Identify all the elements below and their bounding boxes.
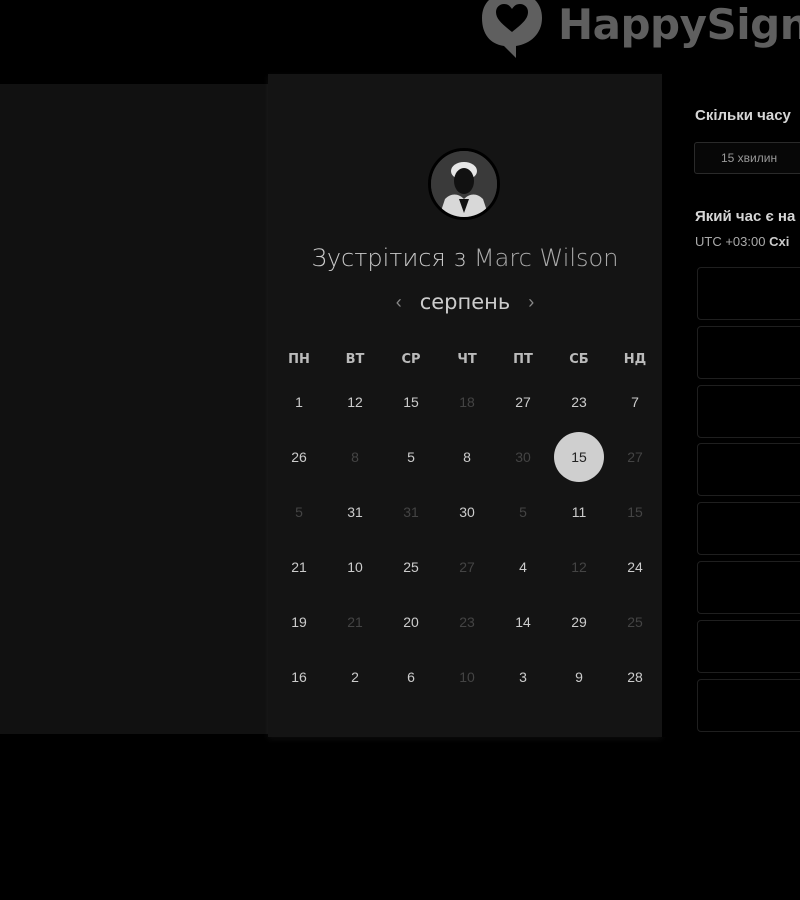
calendar-day[interactable]: 6 — [386, 652, 436, 702]
calendar-day: 8 — [351, 448, 359, 465]
weekday-header: ПН ВТ СР ЧТ ПТ СБ НД — [271, 344, 663, 374]
calendar-day[interactable]: 23 — [554, 377, 604, 427]
weekday-label: СБ — [569, 351, 589, 367]
calendar-day[interactable]: 20 — [386, 597, 436, 647]
calendar-day[interactable]: 29 — [554, 597, 604, 647]
calendar-day: 27 — [627, 448, 643, 465]
calendar-week-row: 1 12 15 18 27 23 7 — [271, 374, 663, 429]
calendar-day[interactable]: 21 — [274, 542, 324, 592]
person-portrait-icon — [431, 151, 497, 217]
time-slot-button[interactable] — [697, 502, 800, 556]
avatar — [428, 148, 500, 220]
calendar-day[interactable]: 16 — [274, 652, 324, 702]
calendar-day[interactable]: 11 — [554, 487, 604, 537]
calendar-day[interactable]: 1 — [274, 377, 324, 427]
calendar-week-row: 21 10 25 27 4 12 24 — [271, 539, 663, 594]
calendar-day[interactable]: 19 — [274, 597, 324, 647]
weekday-label: ВТ — [345, 351, 365, 367]
calendar-day: 5 — [519, 503, 527, 520]
calendar-day: 15 — [627, 503, 643, 520]
meeting-title: Зустрітися з Marc Wilson — [268, 244, 662, 272]
month-label: серпень — [419, 290, 511, 314]
calendar-day: 30 — [515, 448, 531, 465]
weekday-label: ПН — [288, 351, 310, 367]
logo: HappySigna — [476, 0, 800, 60]
weekday-label: НД — [623, 351, 647, 367]
calendar-day: 18 — [459, 393, 475, 410]
calendar-week-row: 26 8 5 8 30 15 27 — [271, 429, 663, 484]
duration-question: Скільки часу — [695, 107, 791, 124]
calendar-day: 12 — [571, 558, 587, 575]
calendar-day: 5 — [295, 503, 303, 520]
timezone-offset: UTC +03:00 — [695, 234, 766, 249]
calendar-day[interactable]: 14 — [498, 597, 548, 647]
time-slot-button[interactable] — [697, 325, 800, 379]
chevron-right-icon[interactable]: › — [528, 292, 534, 313]
host-name: Marc Wilson — [473, 244, 619, 272]
timezone-name: Схі — [769, 234, 790, 249]
calendar-day[interactable]: 27 — [498, 377, 548, 427]
calendar-day[interactable]: 7 — [610, 377, 660, 427]
meeting-title-prefix: Зустрітися з — [311, 244, 467, 272]
month-navigation: ‹ серпень › — [268, 290, 662, 314]
calendar-week-row: 5 31 31 30 5 11 15 — [271, 484, 663, 539]
calendar-day: 27 — [459, 558, 475, 575]
calendar-day: 10 — [459, 668, 475, 685]
calendar-body: 1 12 15 18 27 23 7 26 8 5 8 30 15 27 5 31 31 30 5 11 15 21 10 2… — [271, 374, 663, 704]
heart-chat-icon — [482, 0, 542, 58]
timezone-label: UTC +03:00 Схі — [695, 234, 789, 249]
calendar-day-selected[interactable]: 15 — [554, 431, 604, 482]
calendar-day[interactable]: 28 — [610, 652, 660, 702]
calendar-day: 31 — [403, 503, 419, 520]
calendar-day[interactable]: 5 — [386, 432, 436, 482]
calendar-day[interactable]: 24 — [610, 542, 660, 592]
calendar-week-row: 16 2 6 10 3 9 28 — [271, 649, 663, 704]
calendar-day: 25 — [627, 613, 643, 630]
left-panel — [0, 84, 268, 734]
time-slot-button[interactable] — [697, 384, 800, 438]
calendar-day: 23 — [459, 613, 475, 630]
calendar-day[interactable]: 4 — [498, 542, 548, 592]
calendar-day[interactable]: 12 — [330, 377, 380, 427]
calendar-day[interactable]: 26 — [274, 432, 324, 482]
time-slot-button[interactable] — [697, 443, 800, 497]
calendar-day[interactable]: 30 — [442, 487, 492, 537]
calendar-day[interactable]: 25 — [386, 542, 436, 592]
right-panel: Скільки часу 15 хвилин Який час є на UTC… — [662, 74, 800, 737]
calendar-week-row: 19 21 20 23 14 29 25 — [271, 594, 663, 649]
time-slot-button[interactable] — [697, 619, 800, 673]
calendar-day[interactable]: 31 — [330, 487, 380, 537]
time-slot-button[interactable] — [697, 561, 800, 614]
calendar-day[interactable]: 9 — [554, 652, 604, 702]
calendar-day[interactable]: 2 — [330, 652, 380, 702]
weekday-label: ПТ — [513, 351, 533, 367]
calendar-day[interactable]: 15 — [386, 377, 436, 427]
calendar-day[interactable]: 3 — [498, 652, 548, 702]
booking-card: Зустрітися з Marc Wilson ‹ серпень › ПН В… — [268, 74, 662, 737]
time-slot-button[interactable] — [697, 678, 800, 732]
time-slot-button[interactable] — [697, 267, 800, 320]
calendar-day[interactable]: 8 — [442, 432, 492, 482]
calendar-day[interactable]: 10 — [330, 542, 380, 592]
brand-name: HappySigna — [558, 0, 800, 49]
calendar-grid: ПН ВТ СР ЧТ ПТ СБ НД 1 12 15 18 27 23 7 26 8 5 8 30 15 27 5 3… — [271, 344, 663, 704]
calendar-day: 21 — [347, 613, 363, 630]
duration-select[interactable]: 15 хвилин — [694, 142, 800, 174]
weekday-label: ЧТ — [457, 351, 477, 367]
time-question: Який час є на — [695, 208, 796, 225]
weekday-label: СР — [401, 351, 421, 367]
chevron-left-icon[interactable]: ‹ — [396, 292, 402, 313]
